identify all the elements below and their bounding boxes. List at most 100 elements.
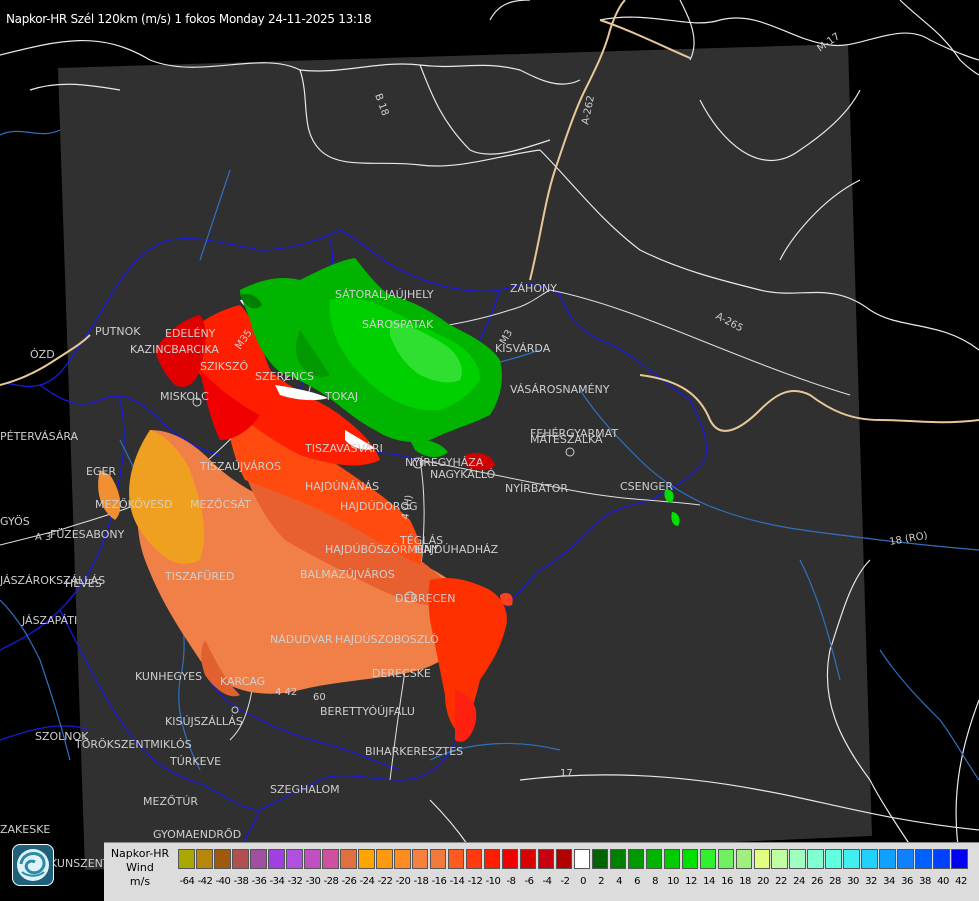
legend-swatch — [429, 849, 447, 869]
legend-tick-label: 22 — [775, 876, 787, 887]
legend-tick-label: -6 — [524, 876, 534, 887]
place-label: MEZŐTÚR — [143, 794, 198, 808]
legend-tick-label: -8 — [506, 876, 516, 887]
legend-title-unit: m/s — [129, 875, 151, 888]
legend-tick-label: 14 — [703, 876, 715, 887]
legend-tick-label: 18 — [739, 876, 751, 887]
place-label: FÜZESABONY — [50, 528, 125, 541]
legend-tick-label: -38 — [233, 876, 249, 887]
place-label: MEZŐKÖVESD — [95, 497, 173, 511]
place-label: SZIKSZÓ — [200, 360, 248, 373]
napkor-logo-icon — [17, 849, 49, 881]
legend-swatch — [393, 849, 411, 869]
place-label: KAZINCBARCIKA — [130, 343, 219, 356]
legend-tick-label: 28 — [829, 876, 841, 887]
place-label: HAJDÚNÁNÁS — [305, 480, 379, 493]
legend-swatch — [447, 849, 465, 869]
legend-tick-label: -14 — [449, 876, 465, 887]
legend-tick-label: 20 — [757, 876, 769, 887]
road-label: 17 — [560, 768, 573, 779]
legend-tick-label: -20 — [395, 876, 411, 887]
legend-tick-label: -28 — [323, 876, 339, 887]
legend-swatch — [339, 849, 357, 869]
legend-swatch — [915, 849, 933, 869]
legend-swatch — [285, 849, 303, 869]
legend-tick-label: -10 — [485, 876, 501, 887]
legend-tick-label: -36 — [251, 876, 267, 887]
place-label: NAGYKÁLLÓ — [430, 468, 496, 481]
legend-swatch — [789, 849, 807, 869]
legend-tick-label: 24 — [793, 876, 805, 887]
legend-tick-label: 30 — [847, 876, 859, 887]
place-label: BALMAZÚJVÁROS — [300, 568, 395, 581]
legend-swatch — [627, 849, 645, 869]
place-label: MÁTÉSZALKA — [530, 433, 603, 446]
legend-swatch — [735, 849, 753, 869]
legend-tick-label: 32 — [865, 876, 877, 887]
legend-tick-label: -4 — [542, 876, 552, 887]
place-label: JÁSZÁROKSZÁLLÁS — [0, 574, 105, 587]
legend-tick-label: 0 — [580, 876, 586, 887]
legend-tick-label: -18 — [413, 876, 429, 887]
legend-swatch — [825, 849, 843, 869]
place-label: GYOMAENDRŐD — [153, 827, 241, 841]
legend-ticks: -64 -42 -40 -38 -36 -34 -32 -30 -28 -26 -24 -22 -20-… — [178, 876, 970, 887]
legend-swatch — [879, 849, 897, 869]
place-label: PÉTERVÁSÁRA — [0, 430, 79, 443]
legend-tick-label: -30 — [305, 876, 321, 887]
legend-title-line1: Napkor-HR — [110, 847, 170, 860]
legend-tick-label: -16 — [431, 876, 447, 887]
legend-swatch — [933, 849, 951, 869]
place-label: SÁTORALJAÚJHELY — [335, 288, 434, 301]
place-label: SZERENCS — [255, 370, 314, 383]
place-label: MISKOLC — [160, 390, 209, 403]
legend-title: Napkor-HR Wind m/s — [104, 847, 176, 889]
legend-tick-label: -24 — [359, 876, 375, 887]
legend-swatch — [483, 849, 501, 869]
legend-swatch — [609, 849, 627, 869]
legend-swatches — [178, 849, 969, 869]
legend-tick-label: 26 — [811, 876, 823, 887]
wind-legend: Napkor-HR Wind m/s -64 -42 -40 -38 -36 -34 -32… — [104, 842, 979, 901]
place-label: EDELÉNY — [165, 327, 216, 340]
place-label: TOKAJ — [324, 390, 358, 403]
legend-tick-label: -22 — [377, 876, 393, 887]
legend-tick-label: 34 — [883, 876, 895, 887]
place-label: DEBRECEN — [395, 592, 455, 605]
legend-swatch — [411, 849, 429, 869]
legend-swatch — [645, 849, 663, 869]
legend-swatch — [573, 849, 591, 869]
road-label: A 3 — [35, 532, 51, 543]
place-label: PUTNOK — [95, 325, 141, 338]
legend-title-line2: Wind — [126, 861, 154, 874]
legend-tick-label: 36 — [901, 876, 913, 887]
place-label: TÖRÖKSZENTMIKLÓS — [74, 738, 192, 751]
place-label: KARCAG — [220, 675, 265, 688]
legend-tick-label: -64 — [179, 876, 195, 887]
place-label: GYÖS — [0, 515, 30, 528]
map-title: Napkor-HR Szél 120km (m/s) 1 fokos Monda… — [6, 12, 372, 26]
legend-swatch — [897, 849, 915, 869]
legend-tick-label: -42 — [197, 876, 213, 887]
legend-swatch — [843, 849, 861, 869]
place-label: TÚRKEVE — [169, 755, 221, 768]
legend-swatch — [267, 849, 285, 869]
place-label: TISZAVASVÁRI — [304, 442, 383, 455]
place-label: DERECSKE — [372, 667, 431, 680]
place-label: NYÍRBÁTOR — [505, 482, 568, 495]
place-label: ZÁHONY — [510, 282, 557, 295]
legend-tick-label: -32 — [287, 876, 303, 887]
legend-swatch — [375, 849, 393, 869]
place-label: MEZŐCSÁT — [190, 497, 251, 511]
legend-swatch — [699, 849, 717, 869]
place-label: VÁSÁROSNAMÉNY — [510, 383, 610, 396]
legend-tick-label: 42 — [955, 876, 967, 887]
legend-tick-label: -12 — [467, 876, 483, 887]
place-label: KUNHEGYES — [135, 670, 202, 683]
napkor-logo — [12, 844, 54, 886]
legend-tick-label: -40 — [215, 876, 231, 887]
legend-tick-label: -34 — [269, 876, 285, 887]
place-label: KISÚJSZÁLLÁS — [165, 715, 243, 728]
place-label: BIHARKERESZTES — [365, 745, 463, 758]
legend-tick-label: 40 — [937, 876, 949, 887]
